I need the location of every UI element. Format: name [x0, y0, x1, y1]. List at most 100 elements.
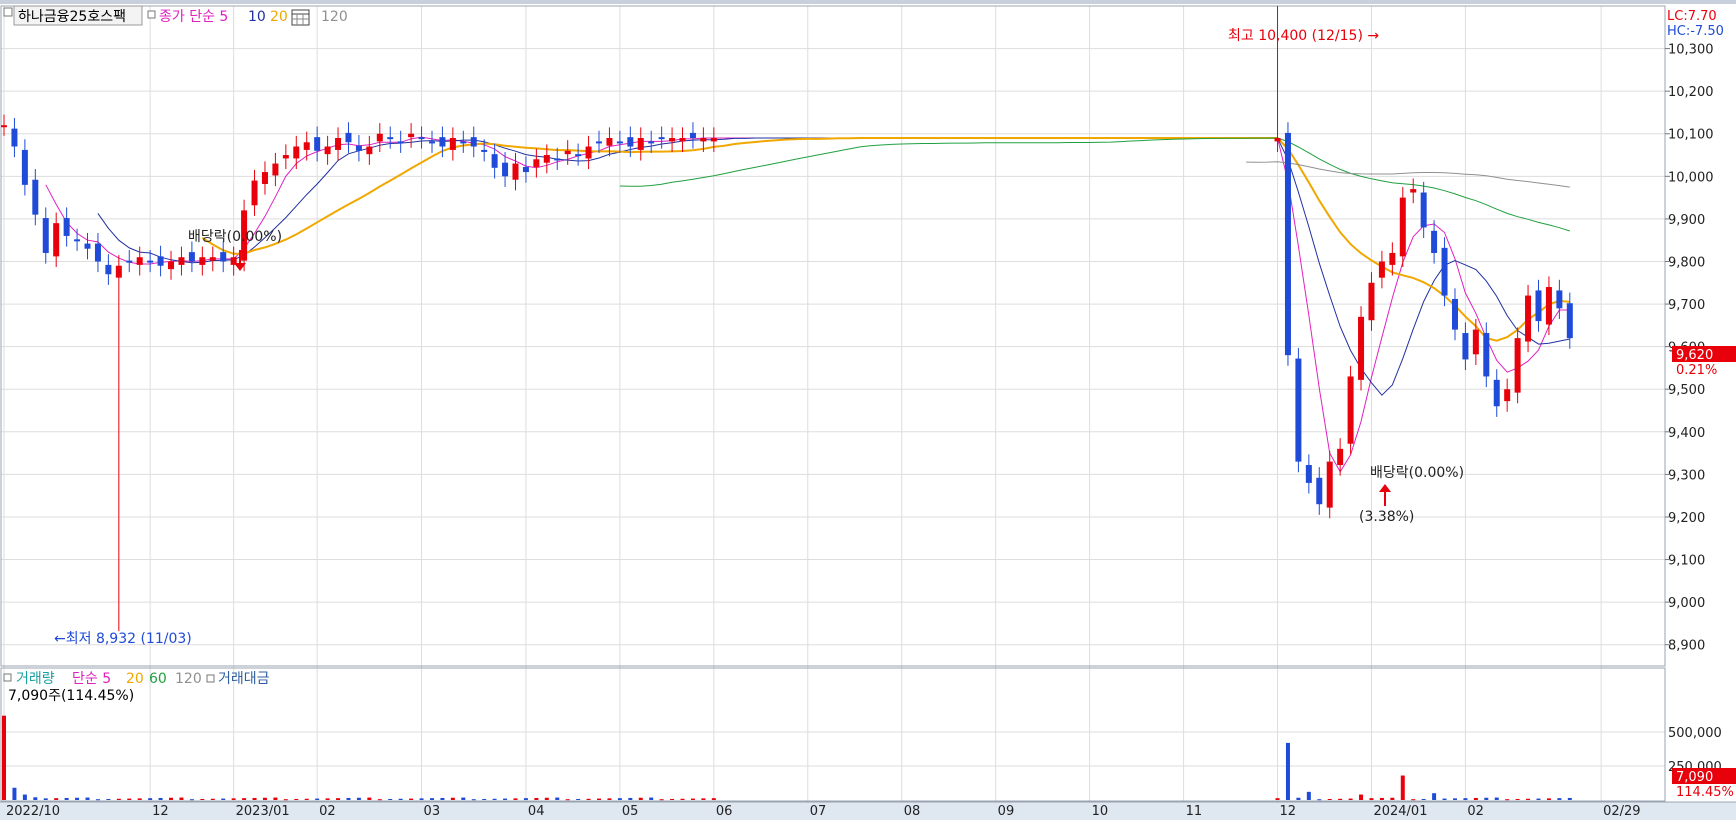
volume-legend[interactable]: 거래량 단순 5 20 60 120 거래대금 — [3, 671, 270, 687]
price-tick-label: 10,200 — [1668, 85, 1714, 100]
candle-body — [627, 137, 634, 147]
date-tick-label: 07 — [810, 804, 827, 819]
candle-body — [449, 138, 456, 150]
candle-body — [178, 257, 185, 265]
stock-chart[interactable]: 8,9009,0009,1009,2009,3009,4009,5009,600… — [0, 0, 1736, 820]
candle-body — [1514, 338, 1521, 393]
candle-body — [397, 141, 404, 144]
candle-body — [74, 239, 81, 242]
date-tick-label: 04 — [528, 804, 545, 819]
volume-bar — [711, 798, 716, 800]
candle-body — [366, 146, 373, 155]
candle-body — [21, 149, 28, 185]
price-tick-label: 9,200 — [1668, 511, 1705, 526]
candle-body — [1368, 282, 1375, 321]
volume-bar — [398, 798, 403, 800]
candle-body — [282, 155, 289, 159]
candle-body — [314, 137, 321, 151]
volume-bar — [471, 799, 476, 801]
volume-bar — [356, 797, 361, 800]
candle-body — [11, 128, 18, 147]
candle-body — [324, 146, 331, 155]
volume-bar — [179, 797, 184, 800]
candle-body — [1284, 132, 1291, 356]
volume-bar — [158, 797, 163, 800]
volume-bar — [33, 797, 38, 800]
volume-bar — [607, 798, 612, 800]
legend-vol-ma20: 20 — [126, 671, 144, 687]
candle-body — [1305, 465, 1312, 483]
ma-toggle-icon[interactable] — [147, 10, 156, 19]
current-price: 9,620 — [1676, 348, 1713, 363]
date-tick-label: 11 — [1186, 804, 1203, 819]
candle-body — [606, 138, 613, 146]
price-tick-label: 9,500 — [1668, 383, 1705, 398]
candle-body — [1295, 358, 1302, 462]
candle-body — [1535, 290, 1542, 322]
candle-body — [1441, 247, 1448, 296]
date-tick-label: 09 — [998, 804, 1015, 819]
candle-body — [345, 132, 352, 143]
candle-body — [658, 137, 665, 140]
date-tick-label: 12 — [152, 804, 169, 819]
volume-bar — [513, 798, 518, 800]
candle-body — [648, 141, 655, 144]
volume-bar — [1379, 797, 1384, 800]
volume-bar — [377, 799, 382, 801]
candle-body — [188, 252, 195, 262]
candle-body — [84, 243, 91, 249]
volume-bar — [1567, 797, 1572, 800]
candle-body — [126, 260, 133, 263]
volume-bar — [22, 794, 27, 800]
volume-bar — [1275, 798, 1280, 800]
candle-body — [596, 141, 603, 144]
volume-bar — [2, 715, 6, 800]
volume-bar — [1348, 798, 1353, 800]
candle-body — [502, 162, 509, 177]
volume-bar — [597, 798, 602, 800]
candle-body — [522, 166, 529, 173]
candle-body — [700, 138, 707, 142]
calendar-icon[interactable] — [291, 9, 310, 26]
volume-bar — [85, 797, 90, 800]
price-legend[interactable]: 하나금융25호스팩 종가 단순 5 10 20 60 120 — [3, 5, 348, 26]
volume-bar — [64, 797, 69, 800]
legend-toggle-icon[interactable] — [3, 7, 13, 17]
candle-body — [1545, 287, 1552, 325]
volume-bar — [429, 798, 434, 800]
volume-bar — [1411, 799, 1416, 801]
candle-body — [1451, 298, 1458, 330]
volume-toggle-icon[interactable] — [3, 673, 12, 682]
volume-bar — [262, 797, 267, 800]
candle-body — [168, 261, 175, 270]
volume-bar — [461, 797, 466, 800]
price-tick-label: 10,000 — [1668, 170, 1714, 185]
volume-bar — [680, 798, 685, 800]
date-tick-label: 06 — [716, 804, 733, 819]
volume-bar — [440, 797, 445, 800]
candle-body — [1337, 448, 1344, 466]
candle-body — [710, 138, 717, 142]
volume-bar — [701, 798, 706, 800]
volume-bar — [294, 798, 299, 800]
volume-bar — [116, 798, 121, 800]
candle-body — [157, 256, 164, 266]
volume-bar — [304, 798, 309, 800]
candle-body — [1378, 261, 1385, 278]
volume-bar — [534, 797, 539, 800]
legend-ma5: 종가 단순 5 — [159, 9, 228, 25]
candle-body — [669, 138, 676, 142]
candle-body — [1389, 252, 1396, 265]
price-tick-label: 10,100 — [1668, 128, 1714, 143]
volume-bar — [482, 798, 487, 800]
amount-toggle-icon[interactable] — [206, 674, 215, 683]
candle-body — [439, 137, 446, 147]
candle-body — [136, 257, 143, 265]
candle-body — [543, 155, 550, 163]
legend-ma120: 120 — [321, 9, 348, 25]
candle-body — [554, 158, 561, 161]
volume-bar — [1359, 794, 1364, 800]
low-annotation: ←최저 8,932 (11/03) — [54, 631, 192, 647]
volume-bar — [617, 798, 622, 800]
volume-bar — [1505, 799, 1510, 801]
